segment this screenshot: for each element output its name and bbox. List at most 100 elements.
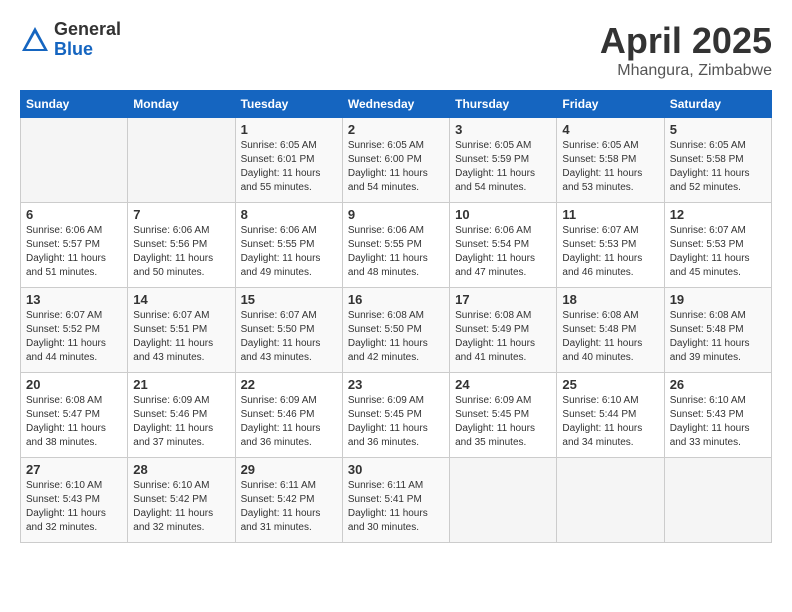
day-info: Sunrise: 6:06 AMSunset: 5:55 PMDaylight:… xyxy=(241,224,337,280)
day-number: 6 xyxy=(26,207,122,222)
calendar-cell: 29 Sunrise: 6:11 AMSunset: 5:42 PMDayligh… xyxy=(235,458,342,543)
calendar-cell: 19 Sunrise: 6:08 AMSunset: 5:48 PMDayligh… xyxy=(664,288,771,373)
day-number: 12 xyxy=(670,207,766,222)
calendar-cell xyxy=(128,118,235,203)
day-info: Sunrise: 6:07 AMSunset: 5:53 PMDaylight:… xyxy=(670,224,766,280)
day-info: Sunrise: 6:08 AMSunset: 5:47 PMDaylight:… xyxy=(26,394,122,450)
calendar-week-2: 6 Sunrise: 6:06 AMSunset: 5:57 PMDaylight… xyxy=(21,203,772,288)
day-info: Sunrise: 6:08 AMSunset: 5:50 PMDaylight:… xyxy=(348,309,444,365)
weekday-header-tuesday: Tuesday xyxy=(235,91,342,118)
day-info: Sunrise: 6:05 AMSunset: 5:58 PMDaylight:… xyxy=(562,139,658,195)
calendar-cell: 27Sunrise: 6:10 AMSunset: 5:43 PMDayligh… xyxy=(21,458,128,543)
day-number: 23 xyxy=(348,377,444,392)
calendar-cell: 20 Sunrise: 6:08 AMSunset: 5:47 PMDayligh… xyxy=(21,373,128,458)
day-info: Sunrise: 6:07 AMSunset: 5:52 PMDaylight:… xyxy=(26,309,122,365)
day-info: Sunrise: 6:05 AMSunset: 5:59 PMDaylight:… xyxy=(455,139,551,195)
calendar-cell: 15 Sunrise: 6:07 AMSunset: 5:50 PMDayligh… xyxy=(235,288,342,373)
day-number: 3 xyxy=(455,122,551,137)
day-number: 4 xyxy=(562,122,658,137)
calendar-cell: 5 Sunrise: 6:05 AMSunset: 5:58 PMDaylight… xyxy=(664,118,771,203)
calendar-cell: 25 Sunrise: 6:10 AMSunset: 5:44 PMDayligh… xyxy=(557,373,664,458)
day-info: Sunrise: 6:09 AMSunset: 5:45 PMDaylight:… xyxy=(348,394,444,450)
calendar-cell: 30 Sunrise: 6:11 AMSunset: 5:41 PMDayligh… xyxy=(342,458,449,543)
day-info: Sunrise: 6:08 AMSunset: 5:48 PMDaylight:… xyxy=(562,309,658,365)
calendar-cell: 28Sunrise: 6:10 AMSunset: 5:42 PMDayligh… xyxy=(128,458,235,543)
day-number: 8 xyxy=(241,207,337,222)
day-info: Sunrise: 6:06 AMSunset: 5:54 PMDaylight:… xyxy=(455,224,551,280)
logo-general-text: General xyxy=(54,20,121,40)
day-info: Sunrise: 6:10 AMSunset: 5:44 PMDaylight:… xyxy=(562,394,658,450)
day-number: 13 xyxy=(26,292,122,307)
day-number: 15 xyxy=(241,292,337,307)
day-info: Sunrise: 6:05 AMSunset: 5:58 PMDaylight:… xyxy=(670,139,766,195)
calendar-cell xyxy=(21,118,128,203)
day-number: 17 xyxy=(455,292,551,307)
day-info: Sunrise: 6:09 AMSunset: 5:46 PMDaylight:… xyxy=(133,394,229,450)
day-info: Sunrise: 6:07 AMSunset: 5:51 PMDaylight:… xyxy=(133,309,229,365)
calendar-cell: 6 Sunrise: 6:06 AMSunset: 5:57 PMDaylight… xyxy=(21,203,128,288)
logo: General Blue xyxy=(20,20,121,60)
day-number: 21 xyxy=(133,377,229,392)
day-info: Sunrise: 6:07 AMSunset: 5:50 PMDaylight:… xyxy=(241,309,337,365)
calendar-cell: 13 Sunrise: 6:07 AMSunset: 5:52 PMDayligh… xyxy=(21,288,128,373)
day-info: Sunrise: 6:10 AMSunset: 5:42 PMDaylight:… xyxy=(133,479,229,535)
day-number: 5 xyxy=(670,122,766,137)
day-number: 2 xyxy=(348,122,444,137)
day-number: 22 xyxy=(241,377,337,392)
day-number: 30 xyxy=(348,462,444,477)
weekday-header-monday: Monday xyxy=(128,91,235,118)
day-info: Sunrise: 6:11 AMSunset: 5:41 PMDaylight:… xyxy=(348,479,444,535)
day-info: Sunrise: 6:08 AMSunset: 5:49 PMDaylight:… xyxy=(455,309,551,365)
calendar-cell xyxy=(450,458,557,543)
logo-blue-text: Blue xyxy=(54,40,121,60)
calendar-cell xyxy=(664,458,771,543)
calendar-cell: 17 Sunrise: 6:08 AMSunset: 5:49 PMDayligh… xyxy=(450,288,557,373)
day-info: Sunrise: 6:06 AMSunset: 5:55 PMDaylight:… xyxy=(348,224,444,280)
day-info: Sunrise: 6:05 AMSunset: 6:01 PMDaylight:… xyxy=(241,139,337,195)
calendar-cell: 2 Sunrise: 6:05 AMSunset: 6:00 PMDaylight… xyxy=(342,118,449,203)
weekday-header-sunday: Sunday xyxy=(21,91,128,118)
calendar-cell: 23 Sunrise: 6:09 AMSunset: 5:45 PMDayligh… xyxy=(342,373,449,458)
day-number: 29 xyxy=(241,462,337,477)
calendar-body: 1 Sunrise: 6:05 AMSunset: 6:01 PMDaylight… xyxy=(21,118,772,543)
day-number: 25 xyxy=(562,377,658,392)
calendar-cell xyxy=(557,458,664,543)
day-number: 27 xyxy=(26,462,122,477)
title-block: April 2025 Mhangura, Zimbabwe xyxy=(600,20,772,80)
page-header: General Blue April 2025 Mhangura, Zimbab… xyxy=(20,20,772,80)
calendar-week-4: 20 Sunrise: 6:08 AMSunset: 5:47 PMDayligh… xyxy=(21,373,772,458)
day-info: Sunrise: 6:06 AMSunset: 5:57 PMDaylight:… xyxy=(26,224,122,280)
day-info: Sunrise: 6:10 AMSunset: 5:43 PMDaylight:… xyxy=(670,394,766,450)
calendar-cell: 14Sunrise: 6:07 AMSunset: 5:51 PMDayligh… xyxy=(128,288,235,373)
calendar-cell: 26Sunrise: 6:10 AMSunset: 5:43 PMDayligh… xyxy=(664,373,771,458)
calendar-week-3: 13 Sunrise: 6:07 AMSunset: 5:52 PMDayligh… xyxy=(21,288,772,373)
calendar-week-5: 27Sunrise: 6:10 AMSunset: 5:43 PMDayligh… xyxy=(21,458,772,543)
calendar-cell: 9Sunrise: 6:06 AMSunset: 5:55 PMDaylight… xyxy=(342,203,449,288)
day-info: Sunrise: 6:11 AMSunset: 5:42 PMDaylight:… xyxy=(241,479,337,535)
day-number: 10 xyxy=(455,207,551,222)
calendar-cell: 10 Sunrise: 6:06 AMSunset: 5:54 PMDayligh… xyxy=(450,203,557,288)
calendar-cell: 7Sunrise: 6:06 AMSunset: 5:56 PMDaylight… xyxy=(128,203,235,288)
calendar-cell: 21 Sunrise: 6:09 AMSunset: 5:46 PMDayligh… xyxy=(128,373,235,458)
day-number: 24 xyxy=(455,377,551,392)
location: Mhangura, Zimbabwe xyxy=(600,62,772,80)
day-number: 11 xyxy=(562,207,658,222)
weekday-header-friday: Friday xyxy=(557,91,664,118)
calendar-cell: 18Sunrise: 6:08 AMSunset: 5:48 PMDayligh… xyxy=(557,288,664,373)
calendar-table: SundayMondayTuesdayWednesdayThursdayFrid… xyxy=(20,90,772,543)
calendar-cell: 12 Sunrise: 6:07 AMSunset: 5:53 PMDayligh… xyxy=(664,203,771,288)
calendar-cell: 1 Sunrise: 6:05 AMSunset: 6:01 PMDaylight… xyxy=(235,118,342,203)
day-number: 20 xyxy=(26,377,122,392)
month-title: April 2025 xyxy=(600,20,772,62)
calendar-cell: 24Sunrise: 6:09 AMSunset: 5:45 PMDayligh… xyxy=(450,373,557,458)
day-info: Sunrise: 6:06 AMSunset: 5:56 PMDaylight:… xyxy=(133,224,229,280)
calendar-cell: 4 Sunrise: 6:05 AMSunset: 5:58 PMDaylight… xyxy=(557,118,664,203)
calendar-cell: 8 Sunrise: 6:06 AMSunset: 5:55 PMDaylight… xyxy=(235,203,342,288)
calendar-cell: 16Sunrise: 6:08 AMSunset: 5:50 PMDayligh… xyxy=(342,288,449,373)
calendar-header: SundayMondayTuesdayWednesdayThursdayFrid… xyxy=(21,91,772,118)
day-number: 19 xyxy=(670,292,766,307)
day-number: 1 xyxy=(241,122,337,137)
calendar-cell: 11Sunrise: 6:07 AMSunset: 5:53 PMDayligh… xyxy=(557,203,664,288)
day-info: Sunrise: 6:08 AMSunset: 5:48 PMDaylight:… xyxy=(670,309,766,365)
day-info: Sunrise: 6:05 AMSunset: 6:00 PMDaylight:… xyxy=(348,139,444,195)
